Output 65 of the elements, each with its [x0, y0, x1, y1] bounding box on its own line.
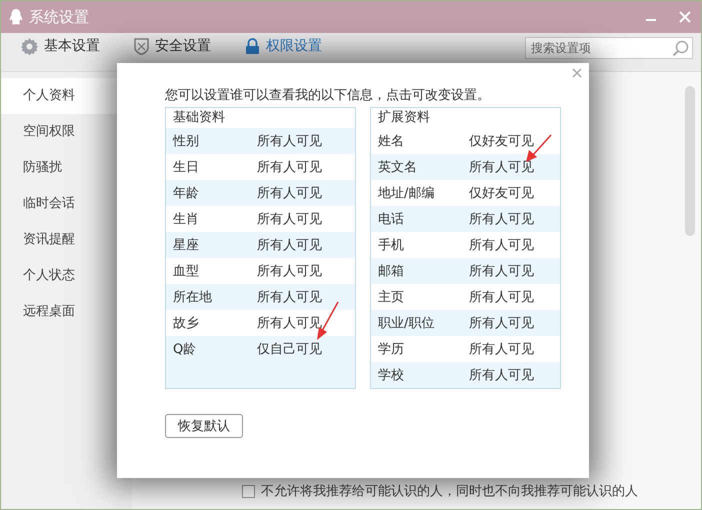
- visibility-value: 仅自己可见: [257, 341, 322, 358]
- visibility-value: 所有人可见: [469, 341, 534, 358]
- visibility-value: 所有人可见: [469, 237, 534, 254]
- lock-icon: [245, 38, 260, 54]
- field-name: 职业/职位: [378, 315, 434, 332]
- checkbox-label: 不允许将我推荐给可能认识的人，同时也不向我推荐可能认识的人: [261, 483, 638, 500]
- visibility-value: 所有人可见: [257, 237, 322, 254]
- field-name: 电话: [378, 211, 404, 228]
- tab[interactable]: 安全设置: [134, 37, 211, 55]
- visibility-value: 仅好友可见: [469, 185, 534, 202]
- visibility-value: 所有人可见: [257, 263, 322, 280]
- table-row[interactable]: 姓名 仅好友可见: [371, 128, 560, 154]
- field-name: 邮箱: [378, 263, 404, 280]
- visibility-value: 所有人可见: [469, 159, 534, 176]
- close-icon[interactable]: [572, 68, 582, 78]
- field-name: 手机: [378, 237, 404, 254]
- table-row[interactable]: 学历 所有人可见: [371, 336, 560, 362]
- field-name: 生日: [173, 159, 199, 176]
- visibility-value: 所有人可见: [257, 211, 322, 228]
- field-name: 性别: [173, 133, 199, 150]
- field-name: 学校: [378, 367, 404, 384]
- table-row[interactable]: 地址/邮编 仅好友可见: [371, 180, 560, 206]
- field-name: 英文名: [378, 159, 417, 176]
- field-name: 故乡: [173, 315, 199, 332]
- table-title: 基础资料: [166, 108, 355, 128]
- window-title: 系统设置: [29, 8, 89, 26]
- visibility-value: 仅好友可见: [469, 133, 534, 150]
- visibility-value: 所有人可见: [469, 315, 534, 332]
- visibility-value: 所有人可见: [469, 263, 534, 280]
- field-name: 星座: [173, 237, 199, 254]
- field-name: Q龄: [173, 341, 196, 358]
- gear-icon: [21, 38, 38, 54]
- table-row[interactable]: 故乡 所有人可见: [166, 310, 355, 336]
- penguin-icon: [9, 9, 23, 25]
- visibility-value: 所有人可见: [257, 159, 322, 176]
- field-name: 生肖: [173, 211, 199, 228]
- visibility-value: 所有人可见: [469, 289, 534, 306]
- tab[interactable]: 权限设置: [245, 37, 322, 55]
- tab[interactable]: 基本设置: [21, 37, 100, 55]
- visibility-value: 所有人可见: [257, 185, 322, 202]
- checkbox[interactable]: [242, 484, 255, 498]
- field-name: 年龄: [173, 185, 199, 202]
- field-name: 所在地: [173, 289, 212, 306]
- visibility-value: 所有人可见: [257, 315, 322, 332]
- field-name: 学历: [378, 341, 404, 358]
- table-row[interactable]: 手机 所有人可见: [371, 232, 560, 258]
- table-row[interactable]: 主页 所有人可见: [371, 284, 560, 310]
- search-icon: [672, 40, 689, 57]
- field-name: 主页: [378, 289, 404, 306]
- visibility-value: 所有人可见: [469, 367, 534, 384]
- visibility-value: 所有人可见: [257, 289, 322, 306]
- restore-defaults-button[interactable]: 恢复默认: [165, 414, 243, 438]
- table-row[interactable]: 血型 所有人可见: [166, 258, 355, 284]
- shield-icon: [134, 38, 149, 54]
- table-row[interactable]: 生日 所有人可见: [166, 154, 355, 180]
- table-row[interactable]: 生肖 所有人可见: [166, 206, 355, 232]
- field-name: 姓名: [378, 133, 404, 150]
- instruction-text: 您可以设置谁可以查看我的以下信息，点击可改变设置。: [165, 87, 491, 104]
- field-name: 地址/邮编: [378, 185, 434, 202]
- visibility-value: 所有人可见: [257, 133, 322, 150]
- field-name: 血型: [173, 263, 199, 280]
- search-field[interactable]: 搜索设置项: [525, 37, 693, 59]
- visibility-value: 所有人可见: [469, 211, 534, 228]
- table-title: 扩展资料: [371, 108, 560, 128]
- scrollbar-thumb[interactable]: [685, 86, 695, 236]
